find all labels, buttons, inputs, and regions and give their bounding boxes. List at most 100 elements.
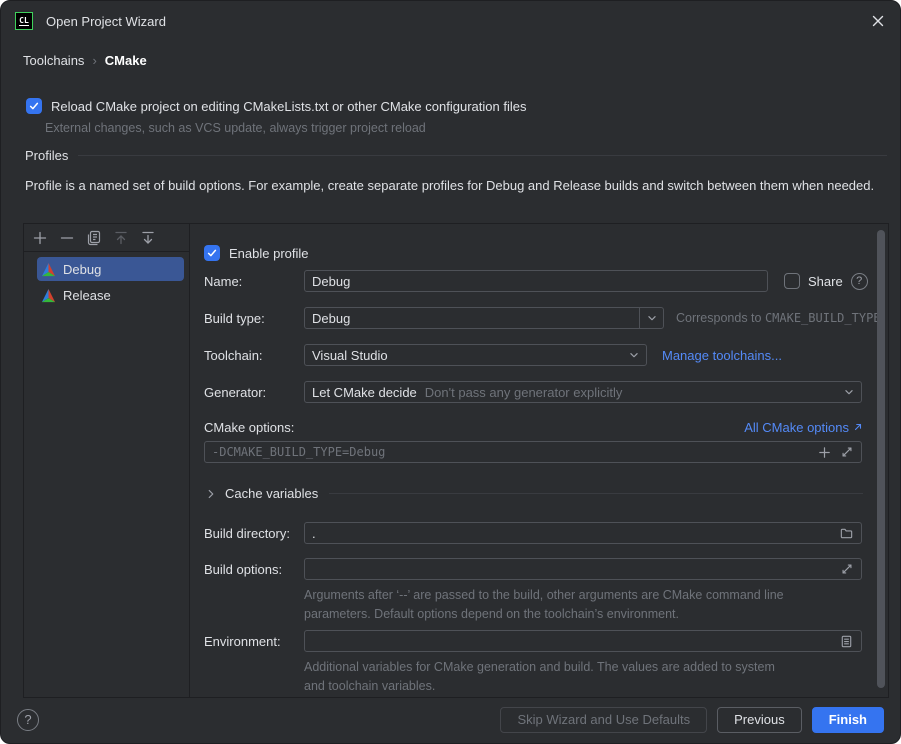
checkmark-icon: [28, 100, 40, 112]
checkmark-icon: [206, 247, 218, 259]
profiles-section-title: Profiles: [25, 148, 68, 163]
build-type-label: Build type:: [204, 311, 265, 326]
profile-list: Debug Release: [24, 252, 189, 309]
move-down-icon: [140, 230, 156, 246]
clion-logo-text: CL: [19, 16, 29, 26]
profile-form: Enable profile Name: Debug Share ? Build…: [190, 224, 888, 697]
chevron-down-icon: [842, 385, 856, 399]
move-down-button[interactable]: [140, 230, 156, 246]
build-directory-row: Build directory: .: [190, 522, 888, 544]
minus-icon: [59, 230, 75, 246]
help-button[interactable]: ?: [17, 709, 39, 731]
cmake-options-input[interactable]: -DCMAKE_BUILD_TYPE=Debug: [204, 441, 862, 463]
profile-list-item-debug[interactable]: Debug: [37, 257, 184, 281]
build-directory-value: .: [312, 526, 833, 541]
profiles-description: Profile is a named set of build options.…: [25, 176, 881, 195]
reload-cmake-checkbox[interactable]: [26, 98, 42, 114]
cache-variables-label: Cache variables: [225, 486, 318, 501]
footer: ? Skip Wizard and Use Defaults Previous …: [1, 696, 900, 743]
generator-dropdown[interactable]: Let CMake decide Don't pass any generato…: [304, 381, 862, 403]
toolchain-label: Toolchain:: [204, 348, 263, 363]
profile-list-toolbar: [24, 224, 189, 252]
move-up-icon: [113, 230, 129, 246]
breadcrumb-cmake: CMake: [105, 53, 147, 68]
breadcrumb-toolchains[interactable]: Toolchains: [23, 53, 84, 68]
build-type-hint: Corresponds to CMAKE_BUILD_TYPE: [676, 311, 881, 325]
profiles-section-header: Profiles: [25, 148, 887, 163]
name-value: Debug: [312, 274, 760, 289]
reload-cmake-checkbox-row[interactable]: Reload CMake project on editing CMakeLis…: [26, 98, 526, 114]
all-cmake-options-link[interactable]: All CMake options: [744, 420, 849, 435]
build-options-label: Build options:: [204, 562, 282, 577]
window-title: Open Project Wizard: [46, 14, 166, 29]
build-directory-input[interactable]: .: [304, 522, 862, 544]
enable-profile-row: Enable profile: [190, 242, 888, 264]
build-options-description: Arguments after ‘--’ are passed to the b…: [304, 586, 790, 624]
profile-item-label: Release: [63, 288, 111, 303]
close-icon: [871, 14, 885, 28]
variables-list-icon[interactable]: [839, 634, 854, 649]
toolchain-value: Visual Studio: [312, 348, 622, 363]
folder-icon[interactable]: [839, 526, 854, 541]
manage-toolchains-link[interactable]: Manage toolchains...: [662, 348, 782, 363]
profiles-section-rule: [78, 155, 887, 156]
expand-icon[interactable]: [840, 562, 854, 576]
environment-description: Additional variables for CMake generatio…: [304, 658, 790, 696]
expand-icon[interactable]: [840, 445, 854, 459]
enable-profile-checkbox[interactable]: [204, 245, 220, 261]
generator-label: Generator:: [204, 385, 266, 400]
add-option-icon[interactable]: [817, 445, 832, 460]
skip-wizard-button[interactable]: Skip Wizard and Use Defaults: [500, 707, 707, 733]
breadcrumb: Toolchains › CMake: [23, 53, 147, 68]
generator-row: Generator: Let CMake decide Don't pass a…: [190, 381, 888, 403]
cache-variables-rule: [329, 493, 863, 494]
titlebar: CL Open Project Wizard: [1, 1, 900, 41]
cmake-options-field-row: -DCMAKE_BUILD_TYPE=Debug: [190, 441, 888, 463]
previous-button[interactable]: Previous: [717, 707, 802, 733]
build-options-input[interactable]: [304, 558, 862, 580]
name-row: Name: Debug Share ?: [190, 270, 888, 292]
plus-icon: [32, 230, 48, 246]
name-input[interactable]: Debug: [304, 270, 768, 292]
generator-placeholder: Don't pass any generator explicitly: [425, 385, 837, 400]
vertical-scrollbar[interactable]: [877, 230, 885, 688]
profiles-panel: Debug Release Enable profile Name:: [23, 223, 889, 698]
environment-label: Environment:: [204, 634, 281, 649]
cmake-options-label: CMake options:: [204, 420, 294, 435]
share-help-icon[interactable]: ?: [851, 273, 868, 290]
cmake-options-header-row: CMake options: All CMake options: [190, 416, 888, 438]
external-link-icon[interactable]: [853, 422, 863, 432]
clion-logo-icon: CL: [15, 12, 33, 30]
build-type-dropdown[interactable]: Debug: [304, 307, 664, 329]
cache-variables-row[interactable]: Cache variables: [204, 486, 863, 501]
move-up-button[interactable]: [113, 230, 129, 246]
copy-profile-button[interactable]: [86, 230, 102, 246]
remove-profile-button[interactable]: [59, 230, 75, 246]
reload-cmake-hint: External changes, such as VCS update, al…: [45, 121, 426, 135]
build-directory-label: Build directory:: [204, 526, 290, 541]
generator-arrow[interactable]: [837, 382, 861, 402]
cmake-icon: [41, 288, 56, 303]
profile-list-item-release[interactable]: Release: [37, 283, 184, 307]
share-label: Share: [808, 274, 843, 289]
profile-item-label: Debug: [63, 262, 101, 277]
breadcrumb-separator: ›: [92, 53, 96, 68]
finish-button[interactable]: Finish: [812, 707, 884, 733]
toolchain-dropdown[interactable]: Visual Studio: [304, 344, 647, 366]
cmake-options-value: -DCMAKE_BUILD_TYPE=Debug: [212, 445, 811, 459]
cmake-icon: [41, 262, 56, 277]
toolchain-row: Toolchain: Visual Studio Manage toolchai…: [190, 344, 888, 366]
build-type-value: Debug: [312, 311, 639, 326]
environment-input[interactable]: [304, 630, 862, 652]
chevron-down-icon: [645, 311, 659, 325]
add-profile-button[interactable]: [32, 230, 48, 246]
toolchain-arrow[interactable]: [622, 345, 646, 365]
generator-value: Let CMake decide: [312, 385, 417, 400]
share-checkbox[interactable]: [784, 273, 800, 289]
chevron-down-icon: [627, 348, 641, 362]
enable-profile-label: Enable profile: [229, 246, 309, 261]
build-type-row: Build type: Debug Corresponds to CMAKE_B…: [190, 307, 888, 329]
close-button[interactable]: [867, 10, 889, 32]
build-type-arrow[interactable]: [639, 308, 663, 328]
name-label: Name:: [204, 274, 242, 289]
